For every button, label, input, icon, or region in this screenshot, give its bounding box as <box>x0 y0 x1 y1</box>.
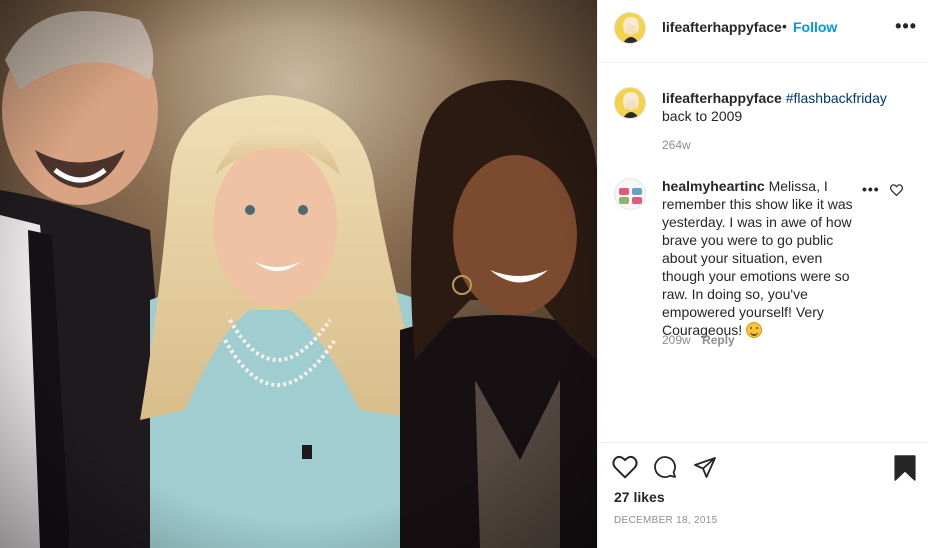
commenter-logo-icon <box>619 188 642 204</box>
post-side-panel: lifeafterhappyface • Follow ••• lifeafte… <box>597 0 928 548</box>
author-avatar[interactable] <box>614 12 646 44</box>
commenter-avatar[interactable] <box>614 178 646 210</box>
smiling-face-icon <box>746 322 763 338</box>
comment-meta: 209w Reply <box>662 333 735 347</box>
post-header: lifeafterhappyface • Follow ••• <box>598 0 928 63</box>
post-actions: 27 likes DECEMBER 18, 2015 <box>598 442 928 548</box>
heart-icon[interactable] <box>612 455 638 482</box>
caption-avatar[interactable] <box>614 87 646 119</box>
commenter-username[interactable]: healmyheartinc <box>662 178 765 194</box>
caption-text: lifeafterhappyface #flashbackfriday back… <box>662 89 912 125</box>
likes-count[interactable]: 27 likes <box>614 489 665 505</box>
reply-button[interactable]: Reply <box>702 333 735 347</box>
post-photo-illustration <box>0 0 597 548</box>
more-options-icon[interactable]: ••• <box>895 16 917 37</box>
comment-icon[interactable] <box>652 455 678 482</box>
header-separator: • <box>782 18 787 34</box>
bookmark-icon[interactable] <box>894 455 916 484</box>
comment-more-icon[interactable]: ••• <box>862 181 880 197</box>
share-icon[interactable] <box>692 455 718 482</box>
author-username[interactable]: lifeafterhappyface <box>662 19 782 35</box>
caption-username[interactable]: lifeafterhappyface <box>662 90 782 106</box>
comment-heart-icon[interactable] <box>889 183 904 199</box>
comment-body: Melissa, I remember this show like it wa… <box>662 178 853 338</box>
comment-text: healmyheartinc Melissa, I remember this … <box>662 177 860 339</box>
caption-timestamp[interactable]: 264w <box>662 138 691 152</box>
caption-body: back to 2009 <box>662 108 743 124</box>
post-photo[interactable] <box>0 0 597 548</box>
comment-timestamp[interactable]: 209w <box>662 333 691 347</box>
post-date[interactable]: DECEMBER 18, 2015 <box>614 515 717 526</box>
follow-button[interactable]: Follow <box>793 19 837 35</box>
caption-hashtag[interactable]: #flashbackfriday <box>786 90 887 106</box>
